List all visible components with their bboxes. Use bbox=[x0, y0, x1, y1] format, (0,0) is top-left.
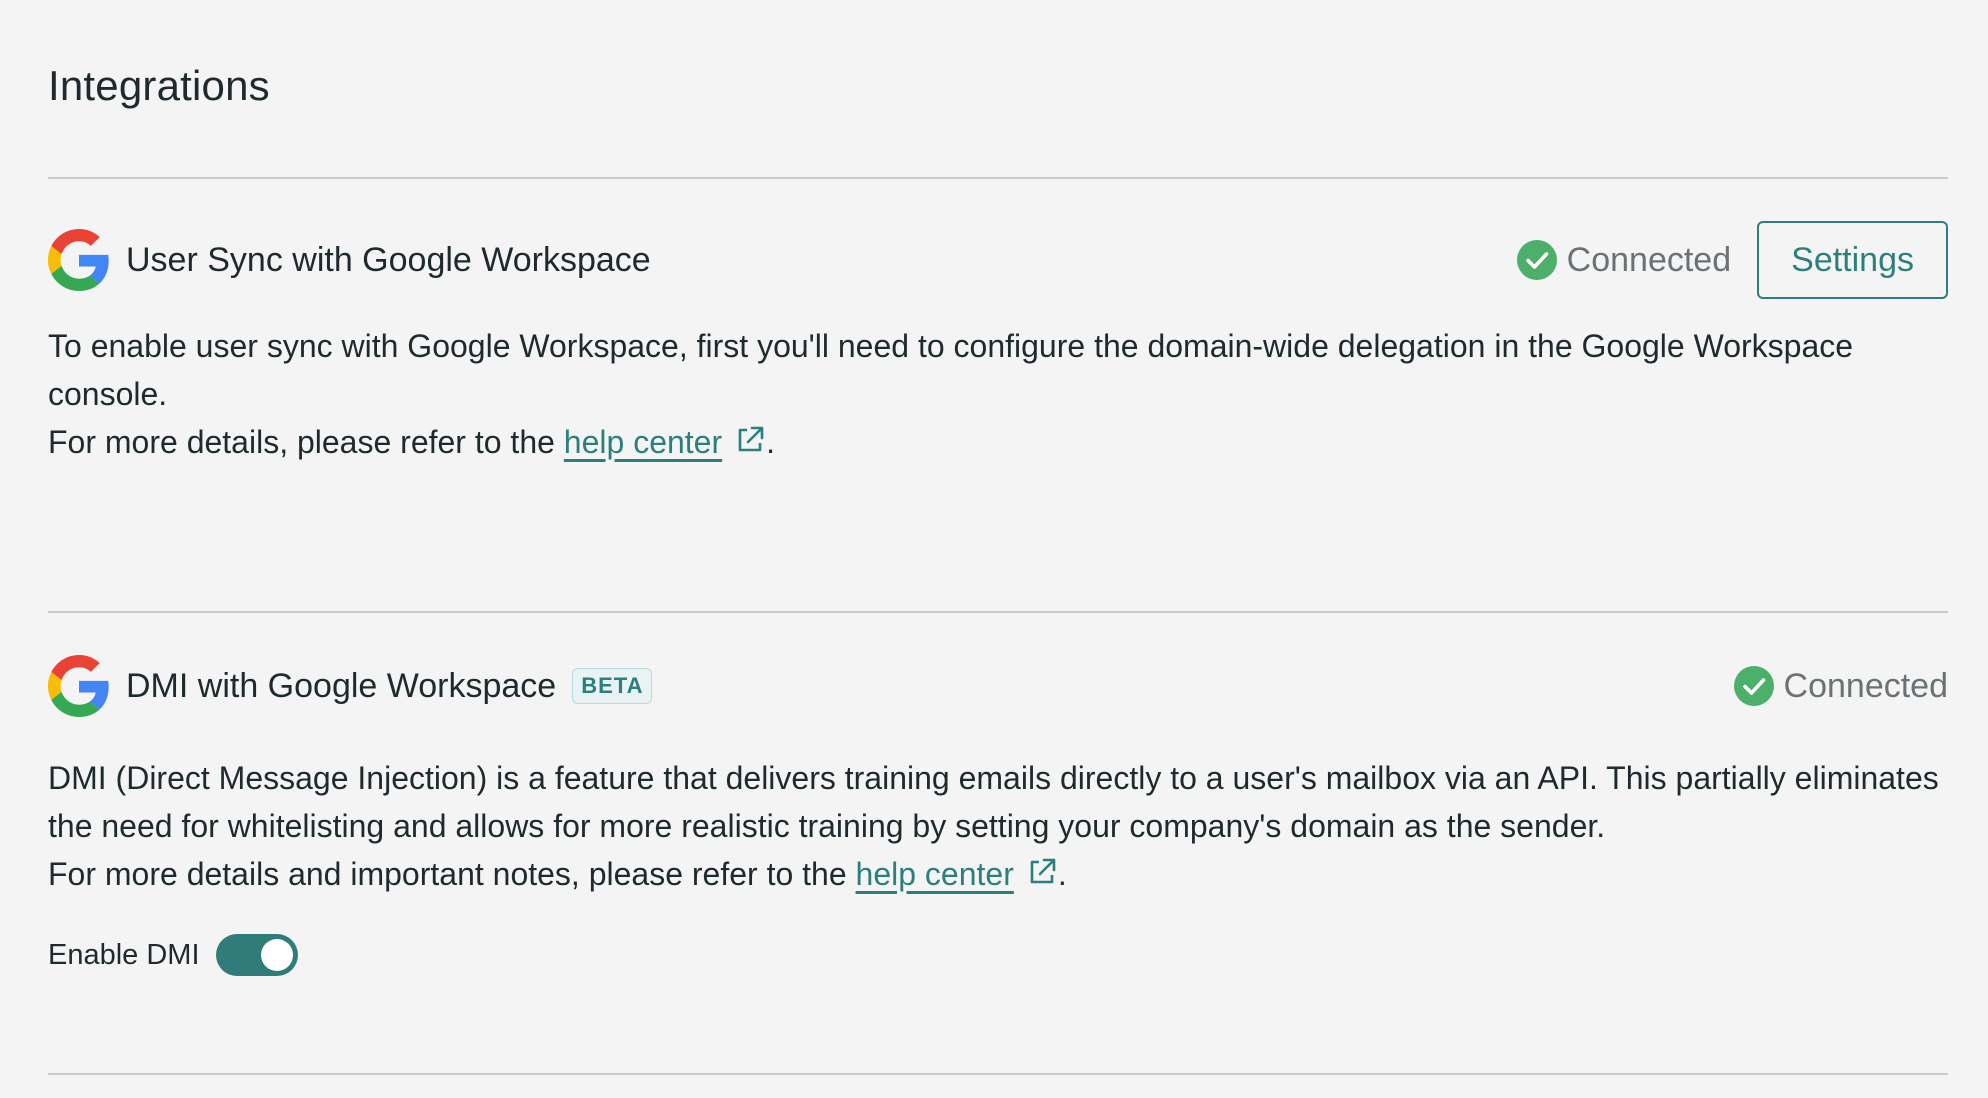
external-link-icon[interactable] bbox=[1026, 856, 1058, 888]
status-text: Connected bbox=[1566, 240, 1732, 279]
beta-badge: BETA bbox=[572, 668, 653, 704]
help-center-link[interactable]: help center bbox=[564, 424, 722, 460]
integration-title: User Sync with Google Workspace bbox=[126, 240, 651, 279]
enable-dmi-toggle[interactable] bbox=[215, 934, 298, 976]
integration-title: DMI with Google Workspace bbox=[126, 666, 557, 705]
check-circle-icon bbox=[1733, 666, 1774, 706]
external-link-icon[interactable] bbox=[734, 424, 766, 456]
google-logo-icon bbox=[48, 229, 109, 291]
description-text: To enable user sync with Google Workspac… bbox=[48, 328, 1854, 412]
settings-button[interactable]: Settings bbox=[1757, 221, 1948, 299]
description-help-line: For more details and important notes, pl… bbox=[48, 850, 1948, 898]
integration-dmi: DMI with Google Workspace BETA Connected… bbox=[48, 646, 1948, 976]
status-text: Connected bbox=[1783, 666, 1948, 705]
description-help-prefix: For more details, please refer to the bbox=[48, 424, 564, 460]
integration-user-sync: User Sync with Google Workspace Connecte… bbox=[48, 220, 1948, 466]
description-help-line: For more details, please refer to the he… bbox=[48, 418, 1948, 466]
page-title: Integrations bbox=[48, 62, 270, 109]
help-center-link[interactable]: help center bbox=[856, 856, 1014, 892]
divider bbox=[48, 177, 1948, 179]
integration-description: DMI (Direct Message Injection) is a feat… bbox=[48, 754, 1948, 898]
integration-header: User Sync with Google Workspace Connecte… bbox=[48, 220, 1948, 300]
google-logo-icon bbox=[48, 655, 109, 717]
check-circle-icon bbox=[1516, 240, 1557, 280]
description-text: DMI (Direct Message Injection) is a feat… bbox=[48, 760, 1939, 844]
description-help-suffix: . bbox=[1057, 856, 1067, 892]
status-badge: Connected bbox=[1516, 240, 1732, 280]
integrations-page: Integrations User Sync with Google Works… bbox=[0, 0, 1988, 1098]
integration-header: DMI with Google Workspace BETA Connected bbox=[48, 646, 1948, 726]
divider bbox=[48, 611, 1948, 613]
divider bbox=[48, 1073, 1948, 1075]
description-help-prefix: For more details and important notes, pl… bbox=[48, 856, 856, 892]
enable-dmi-row: Enable DMI bbox=[48, 934, 1948, 976]
description-help-suffix: . bbox=[766, 424, 776, 460]
integration-description: To enable user sync with Google Workspac… bbox=[48, 322, 1948, 466]
toggle-knob bbox=[260, 939, 293, 971]
status-badge: Connected bbox=[1733, 666, 1948, 706]
enable-dmi-label: Enable DMI bbox=[48, 938, 200, 971]
